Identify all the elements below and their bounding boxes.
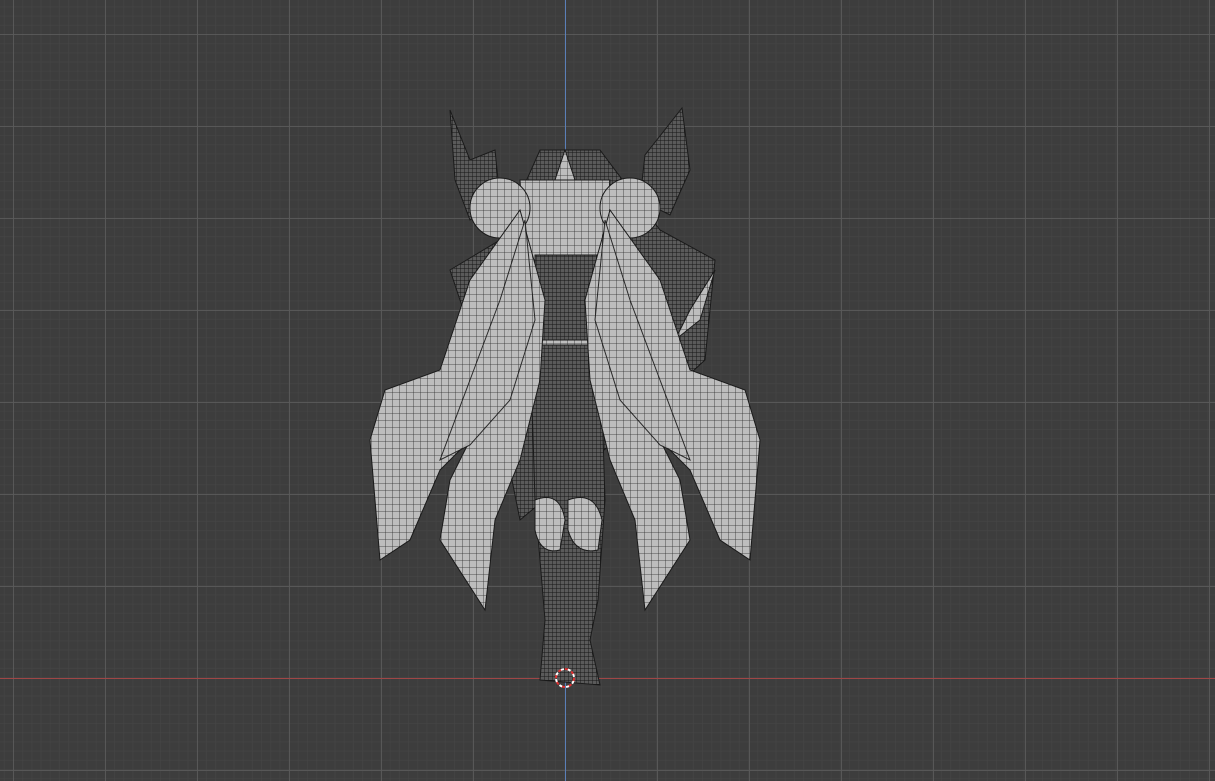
knee-left xyxy=(534,497,566,552)
3d-viewport[interactable] xyxy=(0,0,1215,781)
mesh-model[interactable] xyxy=(0,0,1215,781)
